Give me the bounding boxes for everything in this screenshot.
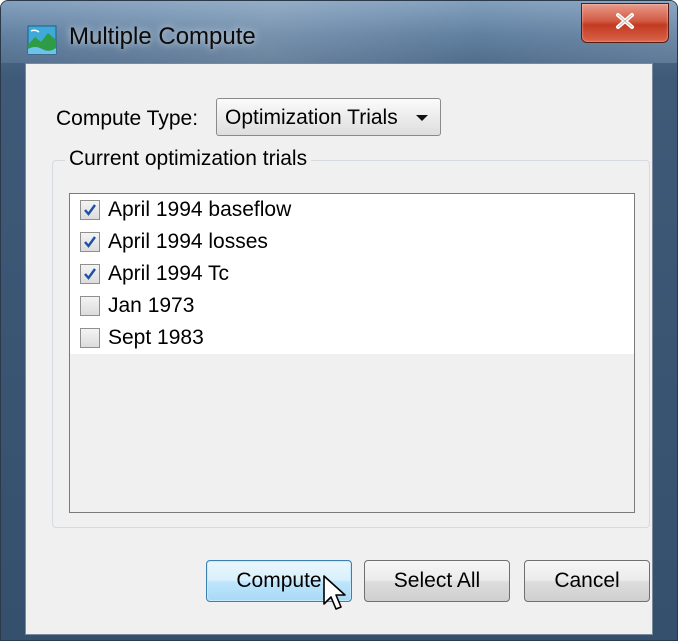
trial-label: April 1994 baseflow xyxy=(108,198,292,221)
trial-label: April 1994 losses xyxy=(108,230,268,253)
trials-group: Current optimization trials April 1994 b… xyxy=(52,147,650,528)
list-item[interactable]: April 1994 baseflow xyxy=(80,194,291,226)
close-button[interactable] xyxy=(581,3,669,43)
close-icon xyxy=(614,12,636,34)
compute-type-dropdown[interactable]: Optimization Trials xyxy=(216,98,441,136)
compute-type-value: Optimization Trials xyxy=(225,106,398,129)
checkmark-icon xyxy=(84,268,96,280)
dialog-content: Compute Type: Optimization Trials Curren… xyxy=(25,63,653,635)
title-bar[interactable]: Multiple Compute xyxy=(1,1,677,63)
trial-label: April 1994 Tc xyxy=(108,262,230,285)
cancel-button[interactable]: Cancel xyxy=(524,560,650,602)
compute-type-label: Compute Type: xyxy=(56,107,199,130)
trial-label: Sept 1983 xyxy=(108,326,204,349)
select-all-button[interactable]: Select All xyxy=(364,560,510,602)
chevron-down-icon xyxy=(416,115,428,121)
watershed-icon xyxy=(27,25,57,55)
list-item[interactable]: April 1994 losses xyxy=(80,226,268,258)
trial-checkbox[interactable] xyxy=(80,232,100,252)
mouse-pointer-icon xyxy=(323,575,346,610)
checkmark-icon xyxy=(84,204,96,216)
list-item[interactable]: Sept 1983 xyxy=(80,322,204,354)
trial-checkbox[interactable] xyxy=(80,328,100,348)
trial-label: Jan 1973 xyxy=(108,294,195,317)
trial-checkbox[interactable] xyxy=(80,264,100,284)
list-item[interactable]: April 1994 Tc xyxy=(80,258,229,290)
trials-list[interactable]: April 1994 baseflow April 1994 losses Ap… xyxy=(69,193,635,513)
trials-group-title: Current optimization trials xyxy=(65,147,312,171)
trial-checkbox[interactable] xyxy=(80,296,100,316)
list-item[interactable]: Jan 1973 xyxy=(80,290,194,322)
window-title: Multiple Compute xyxy=(69,23,256,50)
trial-checkbox[interactable] xyxy=(80,200,100,220)
checkmark-icon xyxy=(84,236,96,248)
dialog-window: Multiple Compute Compute Type: Optimizat… xyxy=(0,0,678,641)
